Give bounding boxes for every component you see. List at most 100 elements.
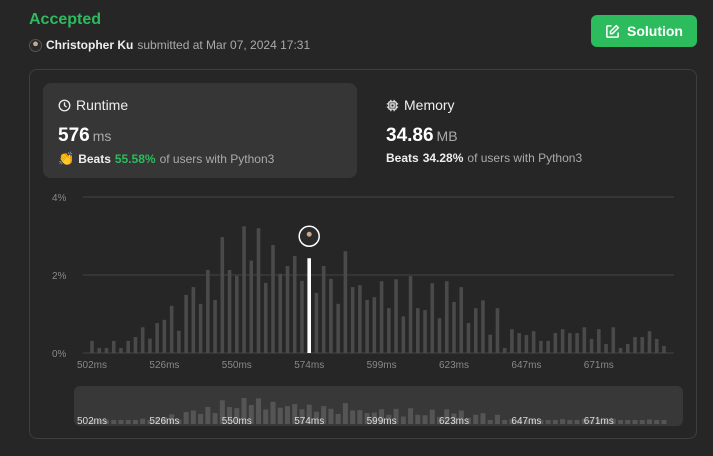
bar[interactable] bbox=[488, 334, 492, 353]
mini-bar bbox=[545, 420, 551, 424]
bar[interactable] bbox=[654, 338, 659, 353]
mini-bar bbox=[132, 420, 138, 424]
mini-bar bbox=[625, 420, 631, 424]
bar[interactable] bbox=[242, 226, 246, 353]
bar[interactable] bbox=[473, 308, 478, 353]
bar[interactable] bbox=[140, 327, 145, 353]
y-tick-label: 2% bbox=[52, 271, 67, 282]
y-tick-label: 4% bbox=[52, 193, 67, 204]
mini-bar bbox=[639, 420, 645, 424]
bar[interactable] bbox=[387, 308, 391, 353]
bar[interactable] bbox=[568, 333, 572, 353]
mini-bar bbox=[502, 420, 508, 424]
bar[interactable] bbox=[517, 333, 521, 353]
bar[interactable] bbox=[575, 333, 579, 353]
bar[interactable] bbox=[379, 281, 384, 353]
mini-bar bbox=[284, 406, 290, 424]
bar[interactable] bbox=[531, 331, 536, 353]
bar[interactable] bbox=[256, 228, 261, 353]
bar[interactable] bbox=[263, 282, 268, 353]
bar[interactable] bbox=[235, 275, 239, 353]
bar[interactable] bbox=[582, 327, 587, 353]
x-tick-label: 647ms bbox=[511, 360, 541, 371]
bar[interactable] bbox=[191, 287, 196, 353]
navigator-tick-label: 574ms bbox=[294, 416, 324, 427]
mini-bar bbox=[567, 419, 573, 424]
navigator-tick-label: 647ms bbox=[511, 416, 541, 427]
bar[interactable] bbox=[184, 294, 188, 353]
bar[interactable] bbox=[177, 330, 181, 353]
bar[interactable] bbox=[647, 331, 652, 353]
mini-bar bbox=[183, 412, 189, 424]
bar[interactable] bbox=[220, 237, 225, 353]
bar[interactable] bbox=[119, 347, 123, 353]
bar[interactable] bbox=[321, 266, 326, 353]
runtime-distribution-chart[interactable]: 0% 2% 4% 502ms 502ms 526ms 526ms 550ms 550ms 574m… bbox=[0, 0, 713, 456]
bar[interactable] bbox=[271, 244, 275, 353]
bar[interactable] bbox=[358, 285, 362, 353]
bar[interactable] bbox=[604, 344, 608, 353]
bar[interactable] bbox=[111, 340, 116, 353]
bar[interactable] bbox=[408, 276, 413, 353]
bar[interactable] bbox=[560, 329, 565, 353]
bar[interactable] bbox=[633, 337, 637, 353]
bar[interactable] bbox=[300, 280, 304, 353]
bar[interactable] bbox=[227, 269, 232, 353]
bar[interactable] bbox=[502, 347, 507, 353]
bar[interactable] bbox=[169, 305, 174, 353]
bar[interactable] bbox=[452, 301, 456, 353]
mini-bar bbox=[429, 409, 435, 424]
bar[interactable] bbox=[336, 303, 340, 353]
bar[interactable] bbox=[510, 329, 514, 353]
bar[interactable] bbox=[495, 308, 500, 353]
bar[interactable] bbox=[365, 299, 369, 353]
mini-bar bbox=[661, 420, 667, 424]
bar[interactable] bbox=[213, 299, 217, 353]
avatar-face bbox=[306, 231, 312, 237]
bar[interactable] bbox=[618, 347, 623, 353]
bar[interactable] bbox=[97, 347, 102, 353]
bar[interactable] bbox=[343, 251, 348, 353]
bar[interactable] bbox=[524, 335, 529, 353]
bar[interactable] bbox=[104, 347, 109, 353]
bar[interactable] bbox=[466, 322, 471, 353]
bar[interactable] bbox=[394, 279, 398, 353]
bar[interactable] bbox=[625, 344, 630, 353]
bar[interactable] bbox=[459, 287, 464, 353]
mini-bar bbox=[111, 420, 117, 424]
bar[interactable] bbox=[430, 283, 435, 353]
bar[interactable] bbox=[372, 297, 377, 353]
bar[interactable] bbox=[546, 340, 550, 353]
bar[interactable] bbox=[553, 333, 558, 353]
bar[interactable] bbox=[444, 281, 449, 353]
bar[interactable] bbox=[662, 345, 666, 353]
bar[interactable] bbox=[278, 273, 283, 353]
bar[interactable] bbox=[148, 338, 152, 353]
bar-your-submission[interactable] bbox=[307, 258, 311, 353]
bar[interactable] bbox=[90, 340, 94, 353]
bar[interactable] bbox=[640, 337, 645, 353]
mini-bar bbox=[205, 406, 211, 424]
bar[interactable] bbox=[539, 340, 543, 353]
bar[interactable] bbox=[589, 338, 594, 353]
bar[interactable] bbox=[133, 337, 138, 353]
bar[interactable] bbox=[206, 269, 210, 353]
bar[interactable] bbox=[126, 340, 130, 353]
bar[interactable] bbox=[416, 308, 420, 353]
bar[interactable] bbox=[162, 319, 167, 353]
bar[interactable] bbox=[597, 329, 601, 353]
navigator-tick-label: 550ms bbox=[222, 416, 252, 427]
bar[interactable] bbox=[314, 292, 319, 353]
bar[interactable] bbox=[249, 260, 254, 353]
bar[interactable] bbox=[198, 303, 203, 353]
bar[interactable] bbox=[350, 287, 355, 353]
bar[interactable] bbox=[423, 310, 427, 353]
bar[interactable] bbox=[329, 278, 333, 353]
bar[interactable] bbox=[292, 255, 297, 353]
bar[interactable] bbox=[437, 318, 442, 353]
bar[interactable] bbox=[401, 316, 406, 353]
bar[interactable] bbox=[155, 322, 159, 353]
bar[interactable] bbox=[285, 266, 290, 353]
bar[interactable] bbox=[611, 327, 616, 353]
bar[interactable] bbox=[481, 300, 485, 353]
